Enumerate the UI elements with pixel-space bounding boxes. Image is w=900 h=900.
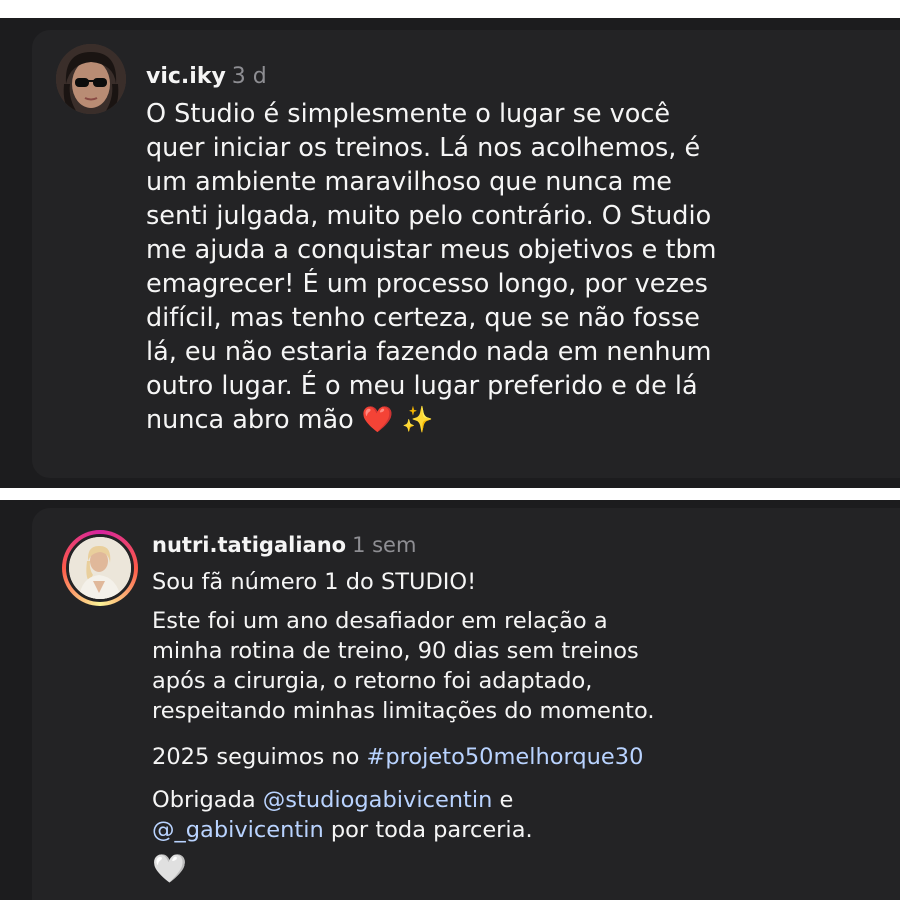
comment-paragraph: Este foi um ano desafiador em relação a … bbox=[152, 606, 655, 726]
timestamp: 3 d bbox=[231, 64, 267, 89]
username[interactable]: nutri.tatigaliano bbox=[152, 533, 346, 557]
comment-line: Obrigada @studiogabivicentin e bbox=[152, 785, 533, 815]
mention-link[interactable]: @_gabivicentin bbox=[152, 817, 324, 843]
timestamp: 1 sem bbox=[352, 533, 417, 557]
white-heart-icon: 🤍 bbox=[152, 852, 187, 885]
username[interactable]: vic.iky bbox=[146, 64, 226, 89]
mention-link[interactable]: @studiogabivicentin bbox=[263, 787, 493, 813]
comment-line: minha rotina de treino, 90 dias sem trei… bbox=[152, 638, 639, 664]
comment-paragraph: 2025 seguimos no #projeto50melhorque30 bbox=[152, 742, 643, 772]
comment-line: emagrecer! É um processo longo, por veze… bbox=[146, 269, 708, 299]
comment-text: Obrigada bbox=[152, 787, 263, 813]
comment-line: após a cirurgia, o retorno foi adaptado, bbox=[152, 668, 593, 694]
comment-line: Este foi um ano desafiador em relação a bbox=[152, 608, 608, 634]
avatar[interactable] bbox=[56, 44, 126, 114]
comment-line: nunca abro mão bbox=[146, 405, 354, 435]
hashtag-link[interactable]: #projeto50melhorque30 bbox=[367, 744, 644, 770]
comment-line: quer iniciar os treinos. Lá nos acolhemo… bbox=[146, 133, 701, 163]
comment-paragraph: Sou fã número 1 do STUDIO! bbox=[152, 569, 477, 595]
comment-header: nutri.tatigaliano 1 sem bbox=[152, 533, 416, 557]
comment-text: e bbox=[492, 787, 514, 813]
comment-line: me ajuda a conquistar meus objetivos e t… bbox=[146, 235, 717, 265]
comment-paragraph: Obrigada @studiogabivicentin e @_gabivic… bbox=[152, 785, 533, 845]
red-heart-icon: ❤️ bbox=[361, 405, 394, 435]
comment-line: um ambiente maravilhoso que nunca me bbox=[146, 167, 672, 197]
comment-line: respeitando minhas limitações do momento… bbox=[152, 698, 655, 724]
comment-header: vic.iky 3 d bbox=[146, 64, 267, 89]
comment-line: lá, eu não estaria fazendo nada em nenhu… bbox=[146, 337, 712, 367]
comment-text: por toda parceria. bbox=[323, 817, 533, 843]
comment-text: 2025 seguimos no bbox=[152, 744, 367, 770]
comment-line-last: nunca abro mão ❤️ ✨ bbox=[146, 403, 796, 437]
comment-line: O Studio é simplesmente o lugar se você bbox=[146, 99, 671, 129]
comment-line: @_gabivicentin por toda parceria. bbox=[152, 815, 533, 845]
avatar[interactable] bbox=[66, 534, 134, 602]
comment-line: senti julgada, muito pelo contrário. O S… bbox=[146, 201, 712, 231]
comment-line: outro lugar. É o meu lugar preferido e d… bbox=[146, 371, 698, 401]
sparkles-icon: ✨ bbox=[401, 405, 434, 435]
comment-line: difícil, mas tenho certeza, que se não f… bbox=[146, 303, 700, 333]
comment-text: O Studio é simplesmente o lugar se você … bbox=[146, 97, 796, 437]
